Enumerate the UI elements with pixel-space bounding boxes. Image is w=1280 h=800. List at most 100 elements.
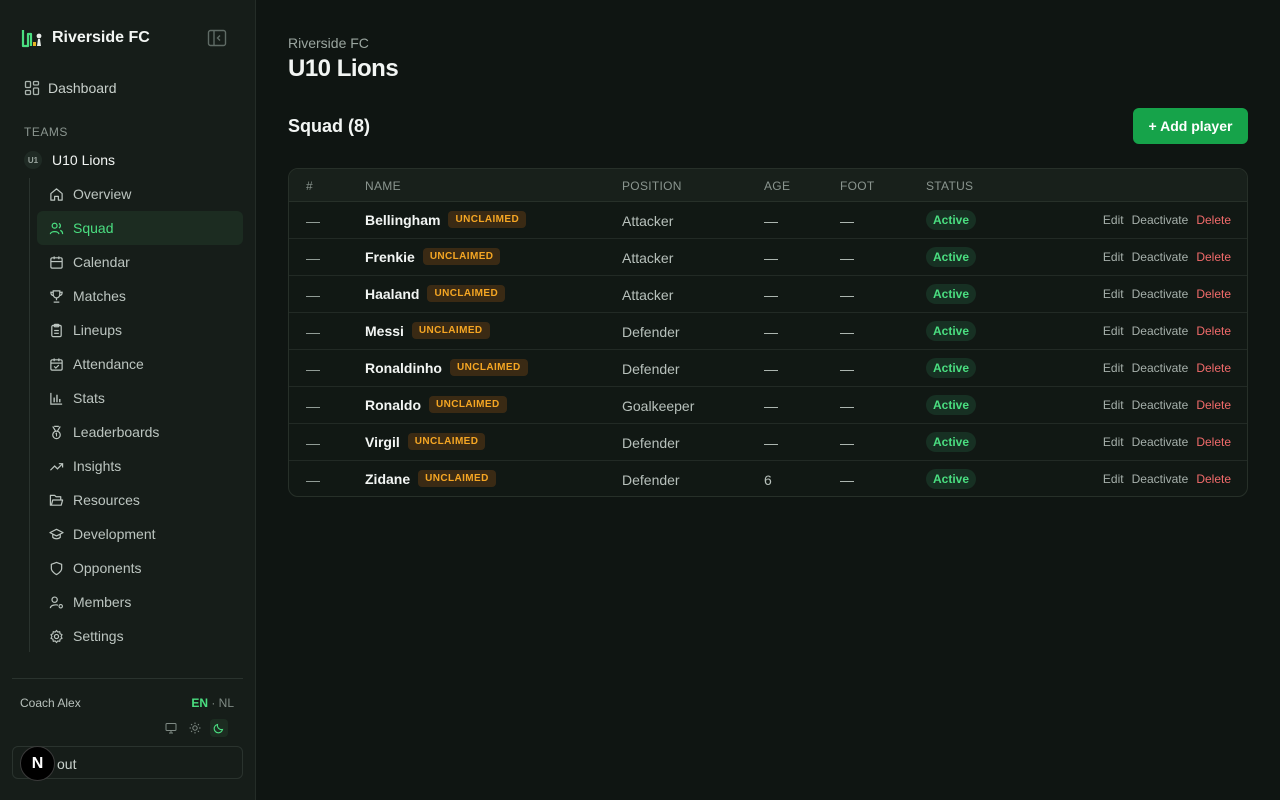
sidebar-item-opponents[interactable]: Opponents <box>37 551 243 585</box>
status-badge: Active <box>926 358 977 378</box>
cell-status: Active <box>926 321 977 341</box>
unclaimed-badge: UNCLAIMED <box>427 285 506 302</box>
lang-separator: · <box>207 696 219 710</box>
sidebar-item-settings[interactable]: Settings <box>37 619 243 653</box>
status-badge: Active <box>926 210 977 230</box>
delete-button[interactable]: Delete <box>1196 361 1231 375</box>
cell-position: Defender <box>622 361 680 377</box>
breadcrumb[interactable]: Riverside FC <box>288 35 369 51</box>
delete-button[interactable]: Delete <box>1196 287 1231 301</box>
player-name[interactable]: Zidane <box>365 471 410 487</box>
team-u10-lions[interactable]: U1 U10 Lions <box>24 150 115 170</box>
cell-age: — <box>764 435 778 451</box>
sidebar-item-label: Development <box>73 526 156 542</box>
sidebar-item-leaderboards[interactable]: Leaderboards <box>37 415 243 449</box>
sidebar-item-lineups[interactable]: Lineups <box>37 313 243 347</box>
edit-button[interactable]: Edit <box>1103 287 1124 301</box>
collapse-sidebar-button[interactable] <box>207 28 227 48</box>
sidebar-item-label: Stats <box>73 390 105 406</box>
player-name[interactable]: Ronaldinho <box>365 360 442 376</box>
sidebar-item-label: Matches <box>73 288 126 304</box>
delete-button[interactable]: Delete <box>1196 398 1231 412</box>
sun-icon <box>189 722 201 734</box>
cell-number: — <box>306 287 320 303</box>
delete-button[interactable]: Delete <box>1196 213 1231 227</box>
nav-dashboard[interactable]: Dashboard <box>24 78 117 98</box>
status-badge: Active <box>926 469 977 489</box>
sidebar-item-insights[interactable]: Insights <box>37 449 243 483</box>
sidebar-item-overview[interactable]: Overview <box>37 177 243 211</box>
edit-button[interactable]: Edit <box>1103 213 1124 227</box>
cell-name: Ronaldinho UNCLAIMED <box>365 359 528 376</box>
player-name[interactable]: Ronaldo <box>365 397 421 413</box>
moon-icon <box>213 723 224 734</box>
sidebar-item-resources[interactable]: Resources <box>37 483 243 517</box>
add-player-button[interactable]: + Add player <box>1133 108 1248 144</box>
cell-age: — <box>764 398 778 414</box>
squad-title: Squad (8) <box>288 116 371 136</box>
cell-foot: — <box>840 398 854 414</box>
unclaimed-badge: UNCLAIMED <box>407 433 486 450</box>
edit-button[interactable]: Edit <box>1103 324 1124 338</box>
lang-en[interactable]: EN <box>191 696 208 710</box>
sidebar-item-label: Members <box>73 594 132 610</box>
theme-system-button[interactable] <box>162 719 180 737</box>
table-row: — Virgil UNCLAIMED Defender — — Active E… <box>289 424 1247 461</box>
sidebar-item-matches[interactable]: Matches <box>37 279 243 313</box>
delete-button[interactable]: Delete <box>1196 324 1231 338</box>
theme-light-button[interactable] <box>186 719 204 737</box>
edit-button[interactable]: Edit <box>1103 398 1124 412</box>
brand[interactable]: Riverside FC <box>20 26 150 50</box>
language-switcher: EN · NL <box>191 696 234 710</box>
delete-button[interactable]: Delete <box>1196 435 1231 449</box>
brand-name: Riverside FC <box>52 29 150 46</box>
sidebar-item-squad[interactable]: Squad <box>37 211 243 245</box>
medal-icon <box>52 425 61 439</box>
cell-name: Zidane UNCLAIMED <box>365 470 496 487</box>
sidebar-item-development[interactable]: Development <box>37 517 243 551</box>
deactivate-button[interactable]: Deactivate <box>1132 435 1189 449</box>
sidebar-item-label: Squad <box>73 220 114 236</box>
player-name[interactable]: Frenkie <box>365 249 415 265</box>
header-age: AGE <box>764 179 791 193</box>
header-foot: FOOT <box>840 179 875 193</box>
next-dev-indicator[interactable]: N <box>20 746 55 781</box>
player-name[interactable]: Haaland <box>365 286 419 302</box>
cell-name: Ronaldo UNCLAIMED <box>365 396 507 413</box>
deactivate-button[interactable]: Deactivate <box>1132 472 1189 486</box>
player-name[interactable]: Virgil <box>365 434 400 450</box>
lang-nl[interactable]: NL <box>219 696 234 710</box>
cell-status: Active <box>926 395 977 415</box>
cell-position: Defender <box>622 472 680 488</box>
edit-button[interactable]: Edit <box>1103 472 1124 486</box>
sidebar-item-stats[interactable]: Stats <box>37 381 243 415</box>
sidebar-item-calendar[interactable]: Calendar <box>37 245 243 279</box>
table-row: — Messi UNCLAIMED Defender — — Active Ed… <box>289 313 1247 350</box>
page-title: U10 Lions <box>288 55 399 82</box>
delete-button[interactable]: Delete <box>1196 250 1231 264</box>
sidebar-item-members[interactable]: Members <box>37 585 243 619</box>
deactivate-button[interactable]: Deactivate <box>1132 324 1189 338</box>
theme-dark-button[interactable] <box>210 719 228 737</box>
deactivate-button[interactable]: Deactivate <box>1132 213 1189 227</box>
deactivate-button[interactable]: Deactivate <box>1132 250 1189 264</box>
deactivate-button[interactable]: Deactivate <box>1132 398 1189 412</box>
edit-button[interactable]: Edit <box>1103 435 1124 449</box>
edit-button[interactable]: Edit <box>1103 361 1124 375</box>
clipboard-icon <box>51 323 62 337</box>
cell-foot: — <box>840 287 854 303</box>
cell-status: Active <box>926 210 977 230</box>
player-name[interactable]: Bellingham <box>365 212 440 228</box>
sidebar-item-label: Leaderboards <box>73 424 160 440</box>
sidebar-item-label: Attendance <box>73 356 144 372</box>
edit-button[interactable]: Edit <box>1103 250 1124 264</box>
deactivate-button[interactable]: Deactivate <box>1132 361 1189 375</box>
table-row: — Zidane UNCLAIMED Defender 6 — Active E… <box>289 461 1247 496</box>
row-actions: Edit Deactivate Delete <box>1103 435 1231 449</box>
sidebar-item-attendance[interactable]: Attendance <box>37 347 243 381</box>
player-name[interactable]: Messi <box>365 323 404 339</box>
deactivate-button[interactable]: Deactivate <box>1132 287 1189 301</box>
row-actions: Edit Deactivate Delete <box>1103 324 1231 338</box>
row-actions: Edit Deactivate Delete <box>1103 361 1231 375</box>
delete-button[interactable]: Delete <box>1196 472 1231 486</box>
